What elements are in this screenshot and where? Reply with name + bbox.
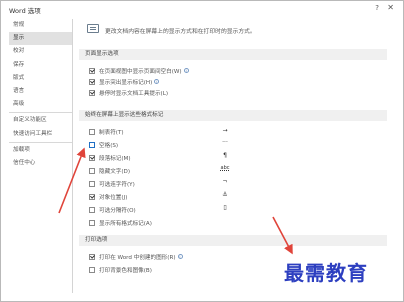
hidden-text-icon: abc	[220, 165, 230, 171]
option-label: 打印在 Word 中创建的图形(R)	[99, 254, 176, 261]
sidebar-divider	[9, 141, 72, 143]
window-title: Word 选项	[9, 7, 41, 15]
info-icon: i	[177, 254, 183, 259]
title-bar: Word 选项 ? ✕	[1, 1, 403, 17]
checkbox[interactable]	[89, 128, 95, 135]
option-object-anchors[interactable]: 对象位置(J)	[89, 192, 127, 201]
watermark-logo: 最需教育	[284, 261, 368, 285]
option-tab-characters[interactable]: 制表符(T)	[89, 127, 124, 136]
option-show-highlighter[interactable]: 显示突出显示标记(H) i	[89, 77, 160, 86]
checkbox[interactable]	[89, 253, 95, 260]
option-label: 打印背景色和图像(B)	[99, 267, 152, 274]
space-mark-icon: ···	[222, 139, 228, 146]
sidebar-item-display[interactable]: 显示	[9, 32, 72, 46]
tab-mark-icon: →	[222, 127, 228, 134]
sidebar-item-add-ins[interactable]: 加载项	[9, 144, 72, 157]
section-formatting-marks: 始终在屏幕上显示这些格式标记	[79, 110, 387, 121]
sidebar-item-typography[interactable]: 版式	[9, 72, 72, 85]
info-icon: i	[154, 79, 160, 84]
sidebar-item-customize-ribbon[interactable]: 自定义功能区	[9, 114, 72, 127]
sidebar-item-save[interactable]: 保存	[9, 59, 72, 72]
sidebar-item-trust-center[interactable]: 信任中心	[9, 157, 72, 170]
sidebar-item-general[interactable]: 常规	[9, 19, 72, 32]
info-icon: i	[183, 68, 189, 73]
panel-description: 更改文档内容在屏幕上的显示方式和在打印时的显示方式。	[105, 29, 256, 35]
optional-break-icon: ▯	[223, 204, 227, 211]
checkbox[interactable]	[89, 206, 95, 213]
sidebar-item-quick-access-toolbar[interactable]: 快速访问工具栏	[9, 128, 72, 141]
checkbox[interactable]	[89, 219, 95, 226]
section-page-display: 页面显示选项	[79, 49, 387, 60]
checkbox[interactable]	[89, 167, 95, 174]
option-optional-breaks[interactable]: 可选分隔符(O)	[89, 205, 136, 214]
option-hidden-text[interactable]: 隐藏文字(D)	[89, 166, 130, 175]
option-label: 段落标记(M)	[99, 155, 131, 162]
word-options-dialog: Word 选项 ? ✕ 常规 显示 校对 保存 版式 语言 高级 自定义功能区 …	[0, 0, 404, 302]
display-icon	[87, 24, 99, 33]
checkbox[interactable]	[89, 78, 95, 85]
sidebar-item-language[interactable]: 语言	[9, 85, 72, 98]
option-label: 制表符(T)	[99, 129, 124, 136]
option-optional-hyphens[interactable]: 可选连字符(Y)	[89, 179, 135, 188]
checkbox[interactable]	[89, 141, 95, 148]
close-button[interactable]: ✕	[387, 3, 394, 12]
help-button[interactable]: ?	[375, 4, 379, 12]
option-label: 可选分隔符(O)	[99, 207, 136, 214]
option-show-all-marks[interactable]: 显示所有格式标记(A)	[89, 218, 152, 227]
option-label: 在页面视图中显示页面间空白(W)	[99, 68, 182, 75]
option-print-background[interactable]: 打印背景色和图像(B)	[89, 265, 152, 274]
checkbox[interactable]	[89, 180, 95, 187]
options-sidebar: 常规 显示 校对 保存 版式 语言 高级 自定义功能区 快速访问工具栏 加载项 …	[9, 19, 73, 293]
option-show-tooltips[interactable]: 悬停时显示文档工具提示(L)	[89, 88, 168, 97]
option-label: 显示突出显示标记(H)	[99, 79, 153, 86]
paragraph-mark-icon: ¶	[223, 152, 227, 159]
checkbox[interactable]	[89, 89, 95, 96]
sidebar-item-proofing[interactable]: 校对	[9, 45, 72, 58]
checkbox[interactable]	[89, 67, 95, 74]
checkbox[interactable]	[89, 154, 95, 161]
checkbox[interactable]	[89, 193, 95, 200]
checkbox[interactable]	[89, 266, 95, 273]
sidebar-divider	[9, 112, 72, 114]
anchor-icon: ⚓	[222, 191, 228, 198]
option-label: 对象位置(J)	[99, 194, 128, 201]
option-print-drawings[interactable]: 打印在 Word 中创建的图形(R) i	[89, 252, 183, 261]
option-paragraph-marks[interactable]: 段落标记(M)	[89, 153, 131, 162]
option-label: 悬停时显示文档工具提示(L)	[99, 90, 169, 97]
option-spaces[interactable]: 空格(S)	[89, 140, 118, 149]
option-label: 空格(S)	[99, 142, 119, 149]
sidebar-item-advanced[interactable]: 高级	[9, 98, 72, 111]
option-label: 可选连字符(Y)	[99, 181, 135, 188]
option-show-whitespace[interactable]: 在页面视图中显示页面间空白(W) i	[89, 66, 189, 75]
option-label: 显示所有格式标记(A)	[99, 220, 152, 227]
section-print-options: 打印选项	[79, 235, 387, 246]
option-label: 隐藏文字(D)	[99, 168, 131, 175]
optional-hyphen-icon: ¬	[222, 178, 228, 185]
display-settings-panel: 更改文档内容在屏幕上的显示方式和在打印时的显示方式。 页面显示选项 在页面视图中…	[79, 19, 395, 295]
